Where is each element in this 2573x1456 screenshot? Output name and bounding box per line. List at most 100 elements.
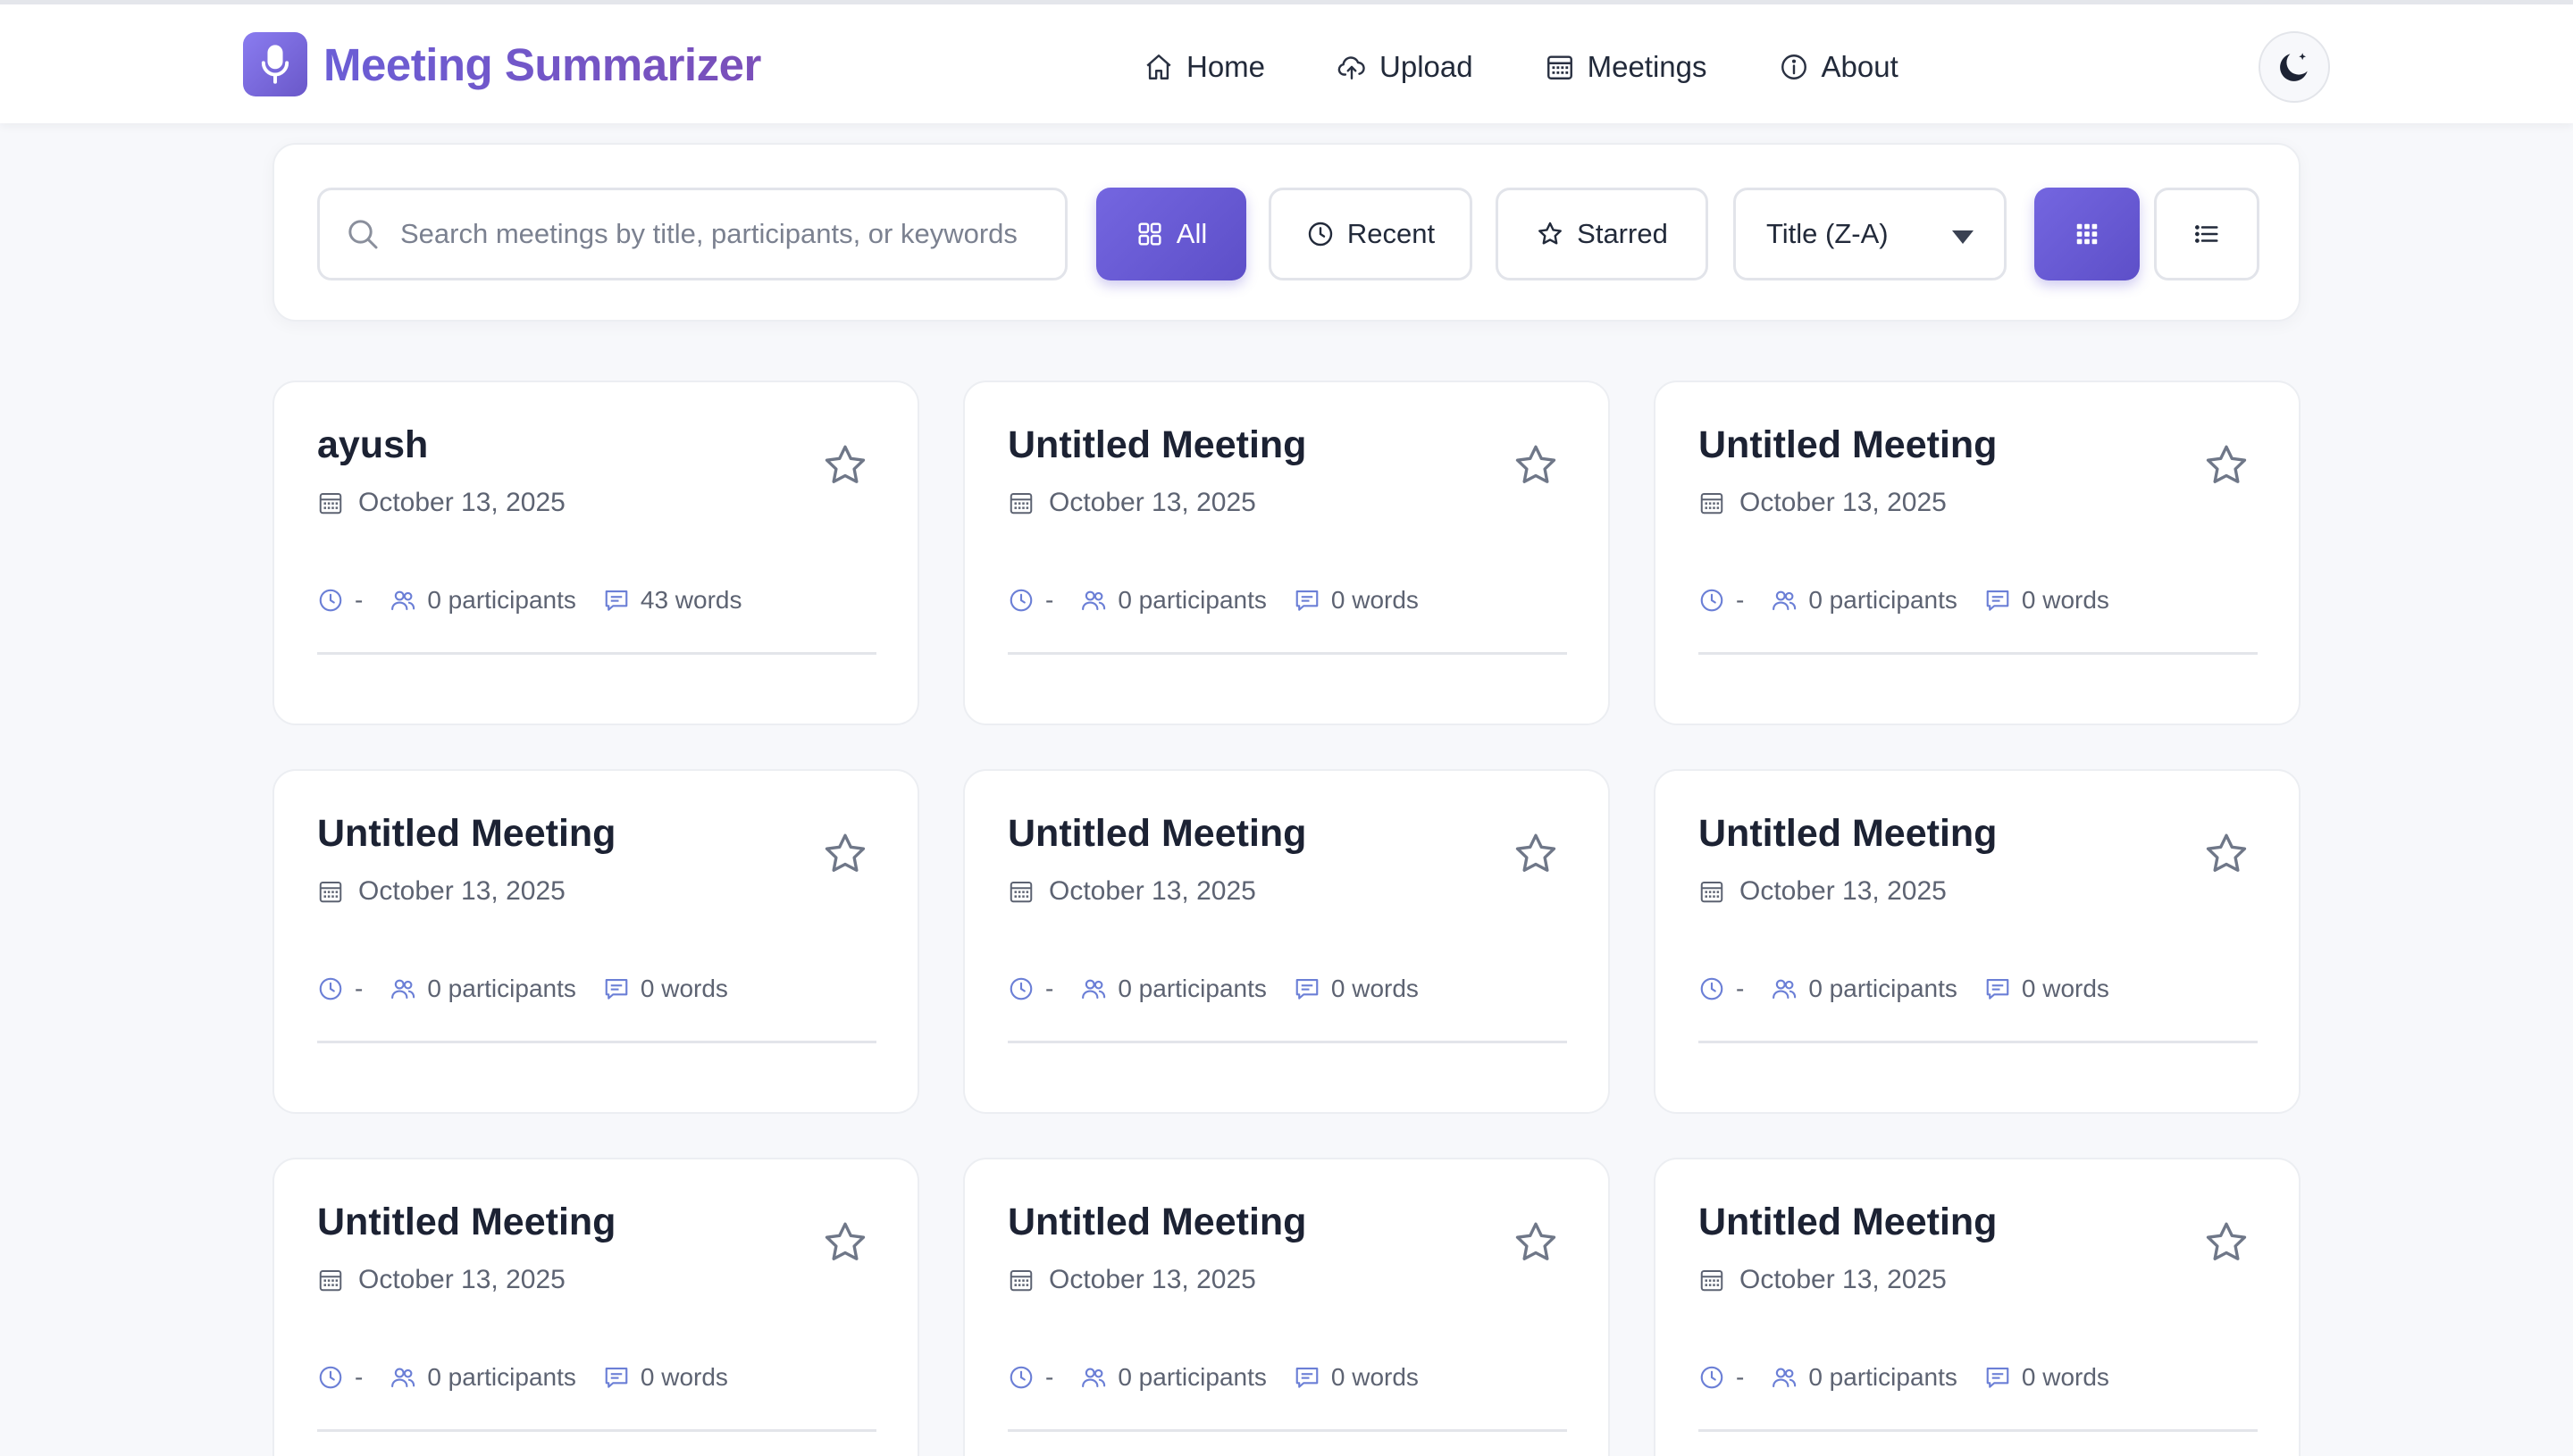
words-value: 0 words: [2021, 1363, 2109, 1391]
star-icon[interactable]: [1512, 1218, 1560, 1267]
info-icon: [1781, 54, 1806, 79]
clock-icon: [1308, 222, 1333, 247]
sort-selected-value: Title (Z-A): [1766, 218, 1889, 249]
meeting-card[interactable]: Untitled Meeting October 13, 2025 - 0 pa…: [1654, 381, 2301, 725]
star-icon[interactable]: [1512, 441, 1560, 490]
words-value: 0 words: [1330, 586, 1419, 614]
message-icon: [1295, 978, 1319, 1000]
nav-label: Home: [1186, 50, 1266, 83]
card-divider: [1698, 1429, 2258, 1432]
star-icon[interactable]: [2202, 1218, 2250, 1267]
meeting-meta: - 0 participants 0 words: [1698, 975, 2136, 1003]
grid-view-button[interactable]: [2034, 188, 2140, 280]
participants-value: 0 participants: [1808, 975, 1957, 1002]
message-icon: [605, 1367, 628, 1388]
message-icon: [605, 590, 628, 611]
meeting-card[interactable]: Untitled Meeting October 13, 2025 - 0 pa…: [1654, 769, 2301, 1114]
meeting-card[interactable]: Untitled Meeting October 13, 2025 - 0 pa…: [963, 769, 1610, 1114]
users-icon: [391, 590, 415, 611]
users-icon: [1773, 979, 1797, 1000]
filter-all-label: All: [1176, 218, 1208, 249]
meeting-date-row: October 13, 2025: [1008, 876, 1256, 907]
nav-upload[interactable]: Upload: [1337, 50, 1473, 84]
meeting-words: 0 words: [1294, 586, 1419, 615]
calendar-icon: [319, 493, 342, 515]
meeting-duration: -: [317, 1363, 363, 1392]
duration-value: -: [355, 1363, 364, 1391]
meeting-card[interactable]: Untitled Meeting October 13, 2025 - 0 pa…: [272, 769, 919, 1114]
star-icon[interactable]: [821, 830, 869, 878]
brand[interactable]: Meeting Summarizer: [243, 31, 761, 97]
meeting-date: October 13, 2025: [358, 1265, 566, 1294]
meeting-card[interactable]: Untitled Meeting October 13, 2025 - 0 pa…: [963, 381, 1610, 725]
clock-icon: [319, 1366, 342, 1389]
meeting-words: 0 words: [1984, 1363, 2109, 1392]
star-icon[interactable]: [2202, 830, 2250, 878]
filter-all-button[interactable]: All: [1096, 188, 1246, 280]
meeting-date: October 13, 2025: [1739, 488, 1947, 517]
words-value: 0 words: [2021, 975, 2109, 1002]
nav-about[interactable]: About: [1779, 50, 1898, 84]
chevron-down-icon: [1952, 230, 1974, 244]
filter-recent-button[interactable]: Recent: [1269, 188, 1472, 280]
list-view-button[interactable]: [2154, 188, 2259, 280]
meeting-date-row: October 13, 2025: [1698, 1265, 1947, 1295]
grid-icon: [1138, 222, 1161, 246]
participants-value: 0 participants: [1118, 975, 1267, 1002]
cloud-upload-icon: [1337, 56, 1365, 79]
card-divider: [1008, 1429, 1567, 1432]
nav-home[interactable]: Home: [1144, 50, 1265, 84]
meeting-meta: - 0 participants 0 words: [1008, 975, 1446, 1003]
moon-icon: [2280, 53, 2308, 81]
words-value: 43 words: [640, 586, 742, 614]
meeting-participants: 0 participants: [1771, 1363, 1957, 1392]
users-icon: [1082, 979, 1106, 1000]
meeting-date: October 13, 2025: [358, 876, 566, 906]
star-icon[interactable]: [2202, 441, 2250, 490]
meeting-words: 0 words: [1984, 975, 2109, 1003]
nav-meetings[interactable]: Meetings: [1545, 50, 1707, 84]
meeting-duration: -: [1698, 1363, 1744, 1392]
grid-view-icon: [2076, 223, 2098, 245]
calendar-icon: [1010, 493, 1033, 515]
meeting-date: October 13, 2025: [1049, 488, 1256, 517]
meeting-date-row: October 13, 2025: [1698, 876, 1947, 907]
clock-icon: [1700, 1366, 1723, 1389]
meeting-date-row: October 13, 2025: [1698, 488, 1947, 518]
clock-icon: [1700, 977, 1723, 1000]
card-divider: [1008, 1041, 1567, 1043]
meeting-card[interactable]: Untitled Meeting October 13, 2025 - 0 pa…: [272, 1158, 919, 1456]
meeting-date: October 13, 2025: [1049, 876, 1256, 906]
calendar-icon: [1700, 1270, 1723, 1292]
users-icon: [391, 1368, 415, 1388]
clock-icon: [1700, 589, 1723, 612]
participants-value: 0 participants: [427, 586, 576, 614]
participants-value: 0 participants: [1808, 586, 1957, 614]
meeting-participants: 0 participants: [1771, 586, 1957, 615]
participants-value: 0 participants: [1808, 1363, 1957, 1391]
filter-starred-label: Starred: [1577, 218, 1668, 249]
star-icon[interactable]: [1512, 830, 1560, 878]
star-icon[interactable]: [821, 441, 869, 490]
sort-select[interactable]: Title (Z-A): [1733, 188, 2007, 280]
meeting-date-row: October 13, 2025: [317, 1265, 566, 1295]
words-value: 0 words: [1330, 1363, 1419, 1391]
filter-starred-button[interactable]: Starred: [1496, 188, 1708, 280]
calendar-icon: [1700, 493, 1723, 515]
duration-value: -: [1736, 586, 1745, 614]
calendar-icon: [319, 1270, 342, 1292]
meeting-card[interactable]: Untitled Meeting October 13, 2025 - 0 pa…: [1654, 1158, 2301, 1456]
theme-toggle-button[interactable]: [2259, 31, 2330, 103]
card-divider: [317, 1041, 876, 1043]
nav-label: Upload: [1379, 50, 1473, 83]
meeting-title: Untitled Meeting: [1698, 812, 1998, 855]
message-icon: [1295, 590, 1319, 611]
meeting-card[interactable]: Untitled Meeting October 13, 2025 - 0 pa…: [963, 1158, 1610, 1456]
meeting-date: October 13, 2025: [1739, 876, 1947, 906]
clock-icon: [1010, 589, 1033, 612]
search-input[interactable]: [400, 218, 1043, 250]
star-icon[interactable]: [821, 1218, 869, 1267]
meeting-card[interactable]: ayush October 13, 2025 - 0 participants …: [272, 381, 919, 725]
duration-value: -: [1045, 1363, 1054, 1391]
words-value: 0 words: [640, 1363, 728, 1391]
